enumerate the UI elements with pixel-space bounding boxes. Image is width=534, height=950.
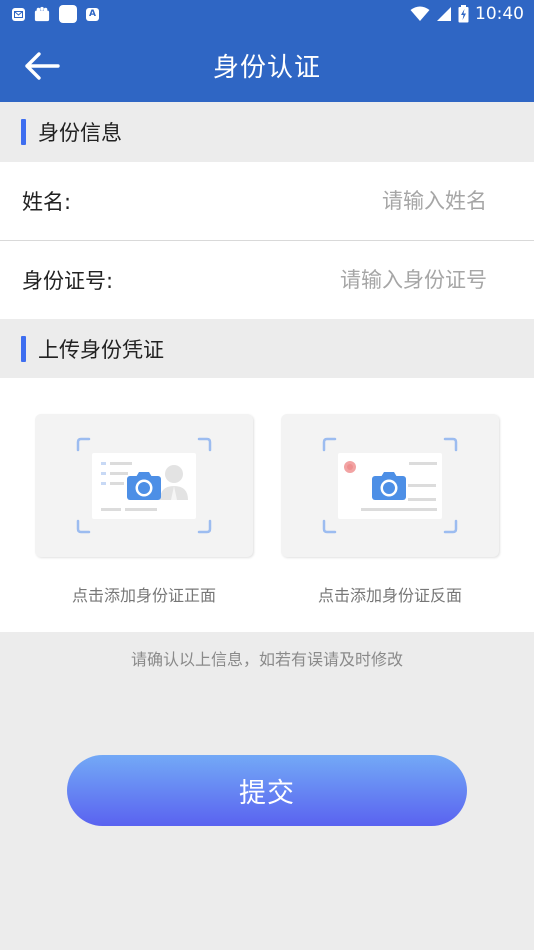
notification-icon <box>34 6 50 22</box>
status-system: 10:40 <box>410 4 524 24</box>
id-card-back-illustration <box>322 437 458 534</box>
section-accent-bar <box>21 336 26 362</box>
section-header-upload: 上传身份凭证 <box>0 319 534 379</box>
id-number-input[interactable] <box>227 268 487 292</box>
status-notifications: A <box>12 5 99 23</box>
camera-icon <box>372 472 406 500</box>
upload-back-caption: 点击添加身份证反面 <box>317 586 462 605</box>
upload-id-front-button[interactable] <box>35 414 253 557</box>
signal-icon <box>437 7 451 21</box>
name-row: 姓名: <box>0 162 534 240</box>
app-icon <box>59 5 77 23</box>
section-accent-bar <box>21 119 26 145</box>
camera-icon <box>127 472 161 500</box>
submit-button[interactable]: 提交 <box>67 755 467 826</box>
section-title: 上传身份凭证 <box>38 338 164 362</box>
battery-icon <box>458 5 469 23</box>
status-time: 10:40 <box>475 4 524 24</box>
upload-id-back-button[interactable] <box>281 414 499 557</box>
mail-icon <box>12 7 25 21</box>
id-number-label: 身份证号: <box>22 269 114 293</box>
confirm-notice: 请确认以上信息，如若有误请及时修改 <box>130 650 403 669</box>
upload-area: 点击添加身份证正面 点击添加身份证反面 <box>0 378 534 632</box>
id-number-row: 身份证号: <box>0 241 534 319</box>
upload-front-caption: 点击添加身份证正面 <box>71 586 216 605</box>
page-title: 身份认证 <box>212 52 321 83</box>
status-bar: A 10:40 <box>0 0 534 28</box>
back-button[interactable] <box>20 46 64 86</box>
id-card-front-illustration <box>76 437 212 534</box>
arrow-left-icon <box>25 52 60 80</box>
a-icon: A <box>86 7 99 21</box>
app-bar: 身份认证 <box>0 28 534 102</box>
wifi-icon <box>410 6 430 21</box>
name-input[interactable] <box>227 189 487 213</box>
section-header-identity: 身份信息 <box>0 102 534 162</box>
section-title: 身份信息 <box>38 121 122 145</box>
name-label: 姓名: <box>22 190 72 214</box>
